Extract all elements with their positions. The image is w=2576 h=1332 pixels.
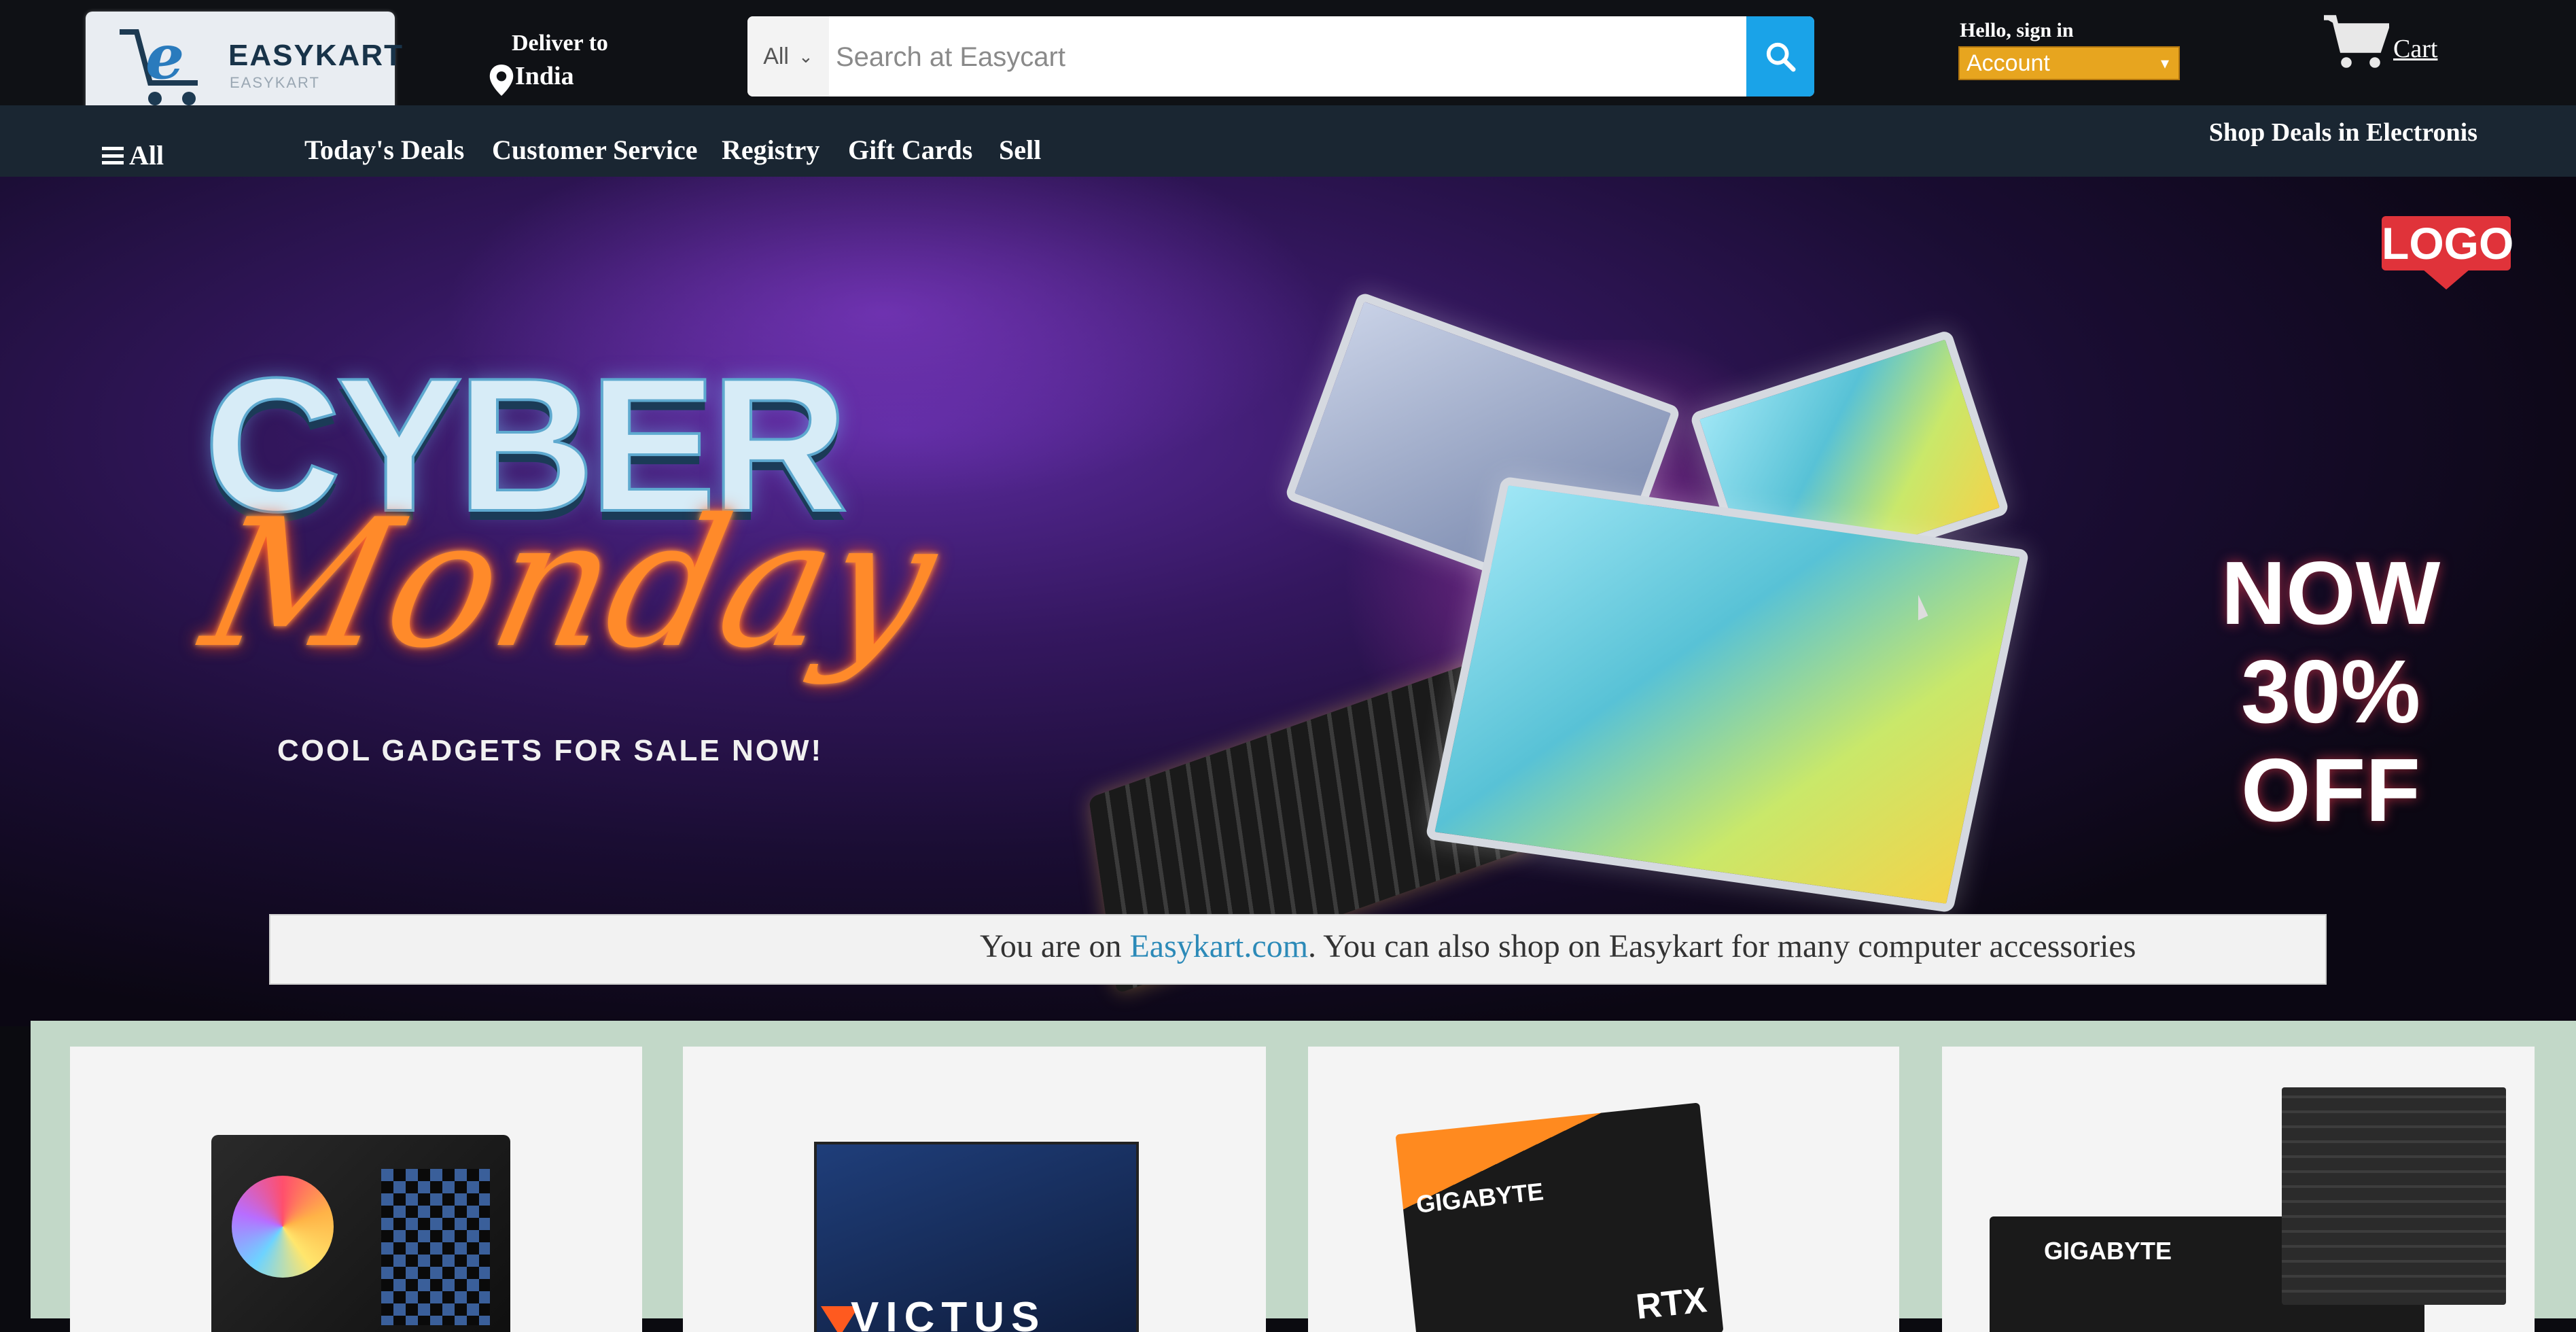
offer-line-2: 30%: [2240, 642, 2421, 741]
promo-logo-badge: LOGO: [2382, 216, 2513, 291]
nav-registry[interactable]: Registry: [722, 134, 819, 166]
nav-gift-cards[interactable]: Gift Cards: [848, 134, 972, 166]
product-card[interactable]: VICTUS: [683, 1047, 1266, 1332]
top-header: e EASYKART EASYKART Deliver to India All…: [0, 0, 2576, 119]
nav-customer-service[interactable]: Customer Service: [492, 134, 698, 166]
site-logo[interactable]: e EASYKART EASYKART: [86, 12, 402, 119]
cart-icon: [2324, 15, 2389, 68]
search-icon: [1766, 42, 1796, 72]
cart-logo-icon: e: [120, 21, 198, 105]
cart-link[interactable]: Cart: [2324, 14, 2437, 71]
marquee-text: You are on Easykart.com. You can also sh…: [980, 928, 2136, 965]
nav-bar: All Today's Deals Customer Service Regis…: [0, 105, 2576, 177]
account-select[interactable]: Account ▾: [1958, 46, 2180, 80]
offer-text: NOW 30% OFF: [2140, 544, 2521, 839]
cart-label: Cart: [2393, 35, 2438, 63]
search-category-select[interactable]: All ⌄: [747, 16, 829, 97]
product-card[interactable]: GIGABYTE: [1942, 1047, 2535, 1332]
marquee-site-link[interactable]: Easykart.com: [1129, 928, 1308, 964]
search-button[interactable]: [1746, 16, 1814, 97]
account-greeting: Hello, sign in: [1960, 19, 2074, 41]
menu-icon: [102, 146, 124, 164]
search-category-label: All: [763, 43, 789, 69]
promo-logo-text: LOGO: [2382, 216, 2513, 270]
product-card[interactable]: GIGABYTE RTX: [1308, 1047, 1899, 1332]
marquee-suffix: . You can also shop on Easykart for many…: [1308, 928, 2136, 964]
all-menu-button[interactable]: All: [102, 139, 164, 171]
victus-label: VICTUS: [851, 1294, 1046, 1332]
gaming-laptop-image: VICTUS: [814, 1142, 1139, 1332]
brand-name: EASYKART: [228, 39, 404, 72]
gpu-model-label: RTX: [1634, 1280, 1709, 1327]
offer-line-3: OFF: [2241, 740, 2420, 840]
graphics-card-image: GIGABYTE RTX: [1395, 1102, 1724, 1332]
nav-sell[interactable]: Sell: [999, 134, 1041, 166]
offer-line-1: NOW: [2221, 543, 2441, 643]
hero-title-monday: Monday: [188, 482, 952, 687]
account-select-value: Account: [1966, 50, 2050, 76]
search-bar: All ⌄: [747, 16, 1814, 97]
motherboard-board: [2282, 1087, 2506, 1305]
gpu-brand-label: GIGABYTE: [1415, 1177, 1545, 1219]
hero-tagline: COOL GADGETS FOR SALE NOW!: [277, 734, 824, 767]
nav-todays-deals[interactable]: Today's Deals: [304, 134, 464, 166]
chevron-down-icon: ▾: [2160, 54, 2169, 73]
shop-deals-electronics-link[interactable]: Shop Deals in Electronis: [2209, 118, 2477, 147]
motherboard-image: GIGABYTE: [1990, 1087, 2506, 1332]
search-input[interactable]: [834, 16, 1707, 97]
svg-text:e: e: [145, 21, 184, 93]
deliver-location: India: [515, 62, 574, 90]
chevron-down-icon: ⌄: [798, 46, 813, 67]
pc-case-image: [211, 1135, 510, 1332]
map-pin-icon: [489, 65, 514, 96]
laptop-image: [1425, 476, 2030, 913]
motherboard-brand-label: GIGABYTE: [2044, 1237, 2172, 1265]
brand-subtext: EASYKART: [230, 74, 320, 91]
marquee-prefix: You are on: [980, 928, 1130, 964]
deliver-label: Deliver to: [512, 31, 608, 56]
products-section: VICTUS GIGABYTE RTX GIGABYTE: [31, 1021, 2576, 1332]
all-menu-label: All: [129, 140, 164, 171]
hero-banner[interactable]: CYBER Monday COOL GADGETS FOR SALE NOW! …: [0, 177, 2576, 1026]
info-marquee: You are on Easykart.com. You can also sh…: [269, 914, 2327, 985]
product-card[interactable]: [70, 1047, 642, 1332]
